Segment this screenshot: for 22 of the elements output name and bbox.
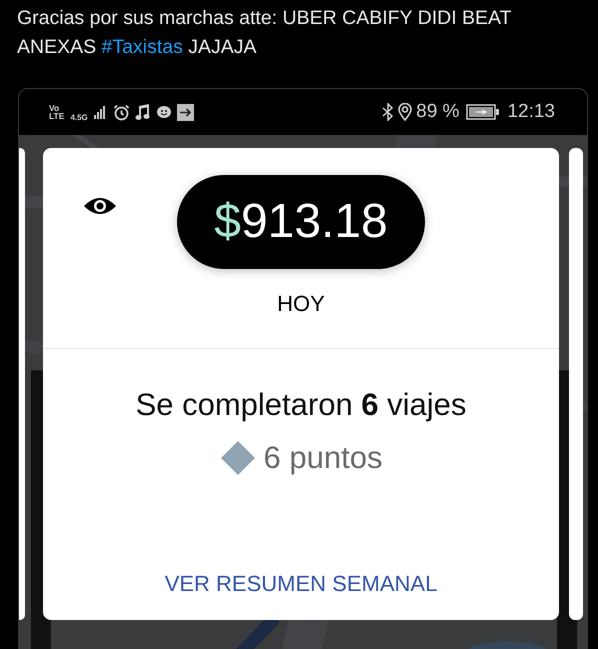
signal-icon (94, 105, 108, 119)
volte-label: Vo (49, 104, 60, 112)
volte-label: LTE (49, 112, 64, 120)
smiley-bubble-icon (156, 104, 172, 120)
weekly-summary-link[interactable]: VER RESUMEN SEMANAL (164, 567, 438, 600)
network-label: 4.5G (70, 112, 88, 124)
location-pin-icon (398, 103, 412, 121)
battery-icon (466, 104, 500, 120)
diamond-icon (220, 440, 256, 476)
tweet-text: Gracias por sus marchas atte: UBER CABIFY DIDI BEAT ANEXAS #Taxistas JAJAJA (16, 6, 512, 60)
earnings-amount[interactable]: $913.18 (177, 175, 425, 269)
eye-icon (83, 195, 117, 217)
period-label: HOY (277, 290, 325, 318)
trips-summary: Se completaron 6 viajes (136, 386, 466, 424)
arrow-box-icon (176, 104, 194, 120)
bluetooth-icon (382, 103, 394, 121)
hashtag-link[interactable]: #Taxistas (102, 36, 183, 58)
alarm-clock-icon (112, 104, 130, 120)
clock-time: 12:13 (507, 100, 555, 124)
points-label: 6 puntos (264, 438, 382, 476)
battery-percent: 89 % (416, 100, 460, 124)
music-note-icon (134, 104, 151, 120)
